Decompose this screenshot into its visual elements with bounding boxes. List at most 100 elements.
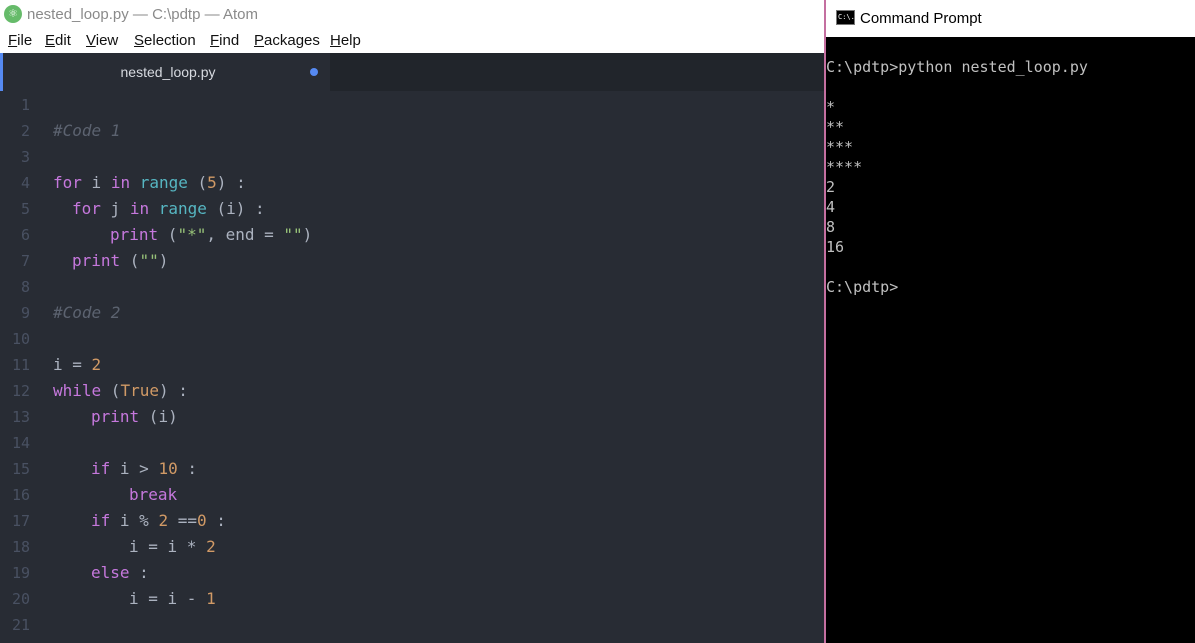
terminal-line: 8 — [826, 217, 835, 237]
code-token: : — [207, 511, 226, 530]
code-line-19: else : — [91, 560, 149, 586]
line-number: 8 — [0, 274, 30, 300]
code-line-11: i = 2 — [53, 352, 101, 378]
code-token: 5 — [207, 173, 217, 192]
menu-help[interactable]: Help — [330, 29, 361, 53]
atom-window-title: nested_loop.py — C:\pdtp — Atom — [27, 0, 258, 29]
code-token: i = i * — [129, 537, 206, 556]
code-token: ) : — [159, 381, 188, 400]
menu-view[interactable]: View — [86, 29, 118, 53]
code-token: for — [72, 199, 101, 218]
code-line-12: while (True) : — [53, 378, 188, 404]
menu-find[interactable]: Find — [210, 29, 239, 53]
line-number: 10 — [0, 326, 30, 352]
code-token: in — [111, 173, 130, 192]
code-token: break — [129, 485, 177, 504]
menu-edit[interactable]: Edit — [45, 29, 71, 53]
menu-selection[interactable]: Selection — [134, 29, 196, 53]
code-line-20: i = i - 1 — [129, 586, 216, 612]
code-token: , end = — [206, 225, 283, 244]
code-token: i = i - — [129, 589, 206, 608]
tab-nested-loop[interactable]: nested_loop.py — [0, 53, 330, 91]
line-number: 13 — [0, 404, 30, 430]
code-token: print — [72, 251, 120, 270]
code-line-6: print ("*", end = "") — [110, 222, 312, 248]
terminal-line: 16 — [826, 237, 844, 257]
line-number: 1 — [0, 92, 30, 118]
code-token: i % — [110, 511, 158, 530]
line-number: 20 — [0, 586, 30, 612]
code-token: : — [130, 563, 149, 582]
line-number: 14 — [0, 430, 30, 456]
atom-menubar: File Edit View Selection Find Packages H… — [0, 29, 824, 53]
code-token: ( — [188, 173, 207, 192]
terminal-line: * — [826, 97, 835, 117]
code-editor[interactable]: 1 2 3 4 5 6 7 8 9 10 11 12 13 14 15 16 1… — [0, 91, 824, 643]
line-number: 16 — [0, 482, 30, 508]
terminal-line: 2 — [826, 177, 835, 197]
code-token: 2 — [92, 355, 102, 374]
modified-indicator-icon[interactable] — [310, 68, 318, 76]
code-token: (i) : — [207, 199, 265, 218]
code-token: "*" — [177, 225, 206, 244]
line-number: 3 — [0, 144, 30, 170]
line-number: 11 — [0, 352, 30, 378]
code-token: print — [110, 225, 158, 244]
tab-bar: nested_loop.py — [0, 53, 824, 91]
code-token: ( — [120, 251, 139, 270]
atom-titlebar: ⚛ nested_loop.py — C:\pdtp — Atom — [0, 0, 824, 29]
code-line-2: #Code 1 — [53, 118, 120, 144]
code-token: ) — [303, 225, 313, 244]
code-token: i > — [110, 459, 158, 478]
code-token: for — [53, 173, 82, 192]
line-number: 21 — [0, 612, 30, 638]
code-token: 2 — [158, 511, 168, 530]
code-token: ( — [158, 225, 177, 244]
code-token: 1 — [206, 589, 216, 608]
code-token: ) — [159, 251, 169, 270]
code-token: i — [82, 173, 111, 192]
line-number: 18 — [0, 534, 30, 560]
code-token: print — [91, 407, 139, 426]
code-token — [149, 199, 159, 218]
command-prompt-icon: C:\. — [836, 10, 855, 25]
command-prompt-window: C:\. Command Prompt C:\pdtp>python neste… — [824, 0, 1195, 643]
line-number: 12 — [0, 378, 30, 404]
line-number: 6 — [0, 222, 30, 248]
line-number-gutter: 1 2 3 4 5 6 7 8 9 10 11 12 13 14 15 16 1… — [0, 91, 40, 643]
terminal-line: C:\pdtp> — [826, 277, 898, 297]
code-line-9: #Code 2 — [53, 300, 120, 326]
code-token: range — [140, 173, 188, 192]
atom-window: ⚛ nested_loop.py — C:\pdtp — Atom File E… — [0, 0, 824, 643]
code-token: if — [91, 511, 110, 530]
code-token: "" — [283, 225, 302, 244]
terminal-line: C:\pdtp>python nested_loop.py — [826, 57, 1088, 77]
code-line-17: if i % 2 ==0 : — [91, 508, 226, 534]
line-number: 5 — [0, 196, 30, 222]
code-line-13: print (i) — [91, 404, 178, 430]
code-comment: #Code 1 — [53, 121, 120, 140]
cmd-window-title: Command Prompt — [860, 0, 982, 37]
code-token: 10 — [158, 459, 177, 478]
code-token: i = — [53, 355, 92, 374]
terminal-line: ** — [826, 117, 844, 137]
line-number: 19 — [0, 560, 30, 586]
tab-label: nested_loop.py — [3, 53, 333, 91]
code-line-15: if i > 10 : — [91, 456, 197, 482]
line-number: 7 — [0, 248, 30, 274]
code-token: 2 — [206, 537, 216, 556]
code-token: in — [130, 199, 149, 218]
code-line-16: break — [129, 482, 177, 508]
code-token: True — [120, 381, 159, 400]
terminal-line: 4 — [826, 197, 835, 217]
terminal-line: *** — [826, 137, 853, 157]
cmd-titlebar: C:\. Command Prompt — [826, 0, 1195, 37]
menu-file[interactable]: File — [8, 29, 32, 53]
code-line-4: for i in range (5) : — [53, 170, 246, 196]
menu-packages[interactable]: Packages — [254, 29, 320, 53]
code-token: range — [159, 199, 207, 218]
terminal-line: **** — [826, 157, 862, 177]
code-line-7: print ("") — [72, 248, 168, 274]
code-token: : — [178, 459, 197, 478]
code-token: "" — [139, 251, 158, 270]
